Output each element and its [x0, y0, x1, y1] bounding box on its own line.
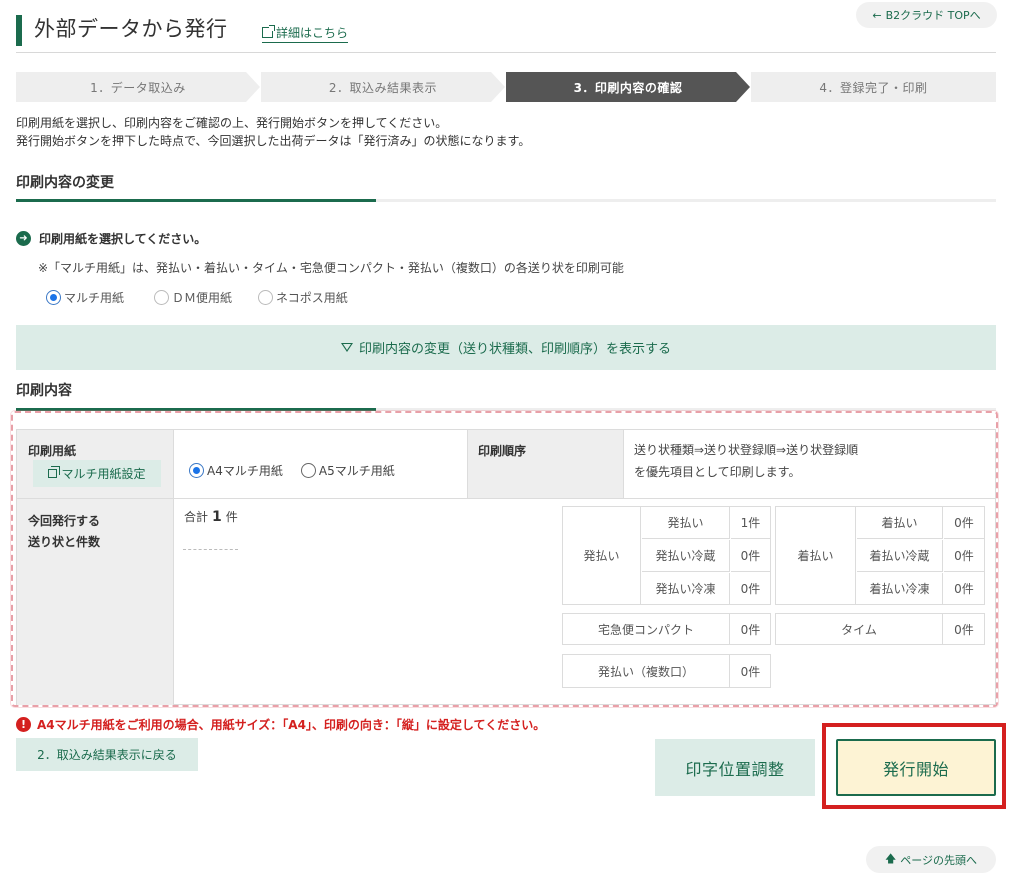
- total-count: 合計 1 件: [184, 509, 238, 525]
- prepaid-cold-label: 発払い冷蔵: [642, 540, 730, 572]
- triangle-down-icon: [340, 343, 353, 352]
- page-title: 外部データから発行: [34, 17, 228, 41]
- compact-count: 0件: [740, 622, 761, 637]
- multi-piece-count-grid: 発払い（複数口） 0件: [562, 654, 771, 688]
- count-header-line2: 送り状と件数: [28, 535, 101, 549]
- start-issue-button[interactable]: 発行開始: [836, 739, 996, 796]
- table-divider: [173, 430, 174, 705]
- radio-checked-icon: [46, 290, 61, 305]
- dashed-separator: [183, 549, 238, 550]
- arrow-right-circle-icon: ➜: [16, 231, 31, 246]
- page-top-button[interactable]: 🡅 ページの先頭へ: [866, 846, 996, 873]
- compact-count-grid: 宅急便コンパクト 0件: [562, 613, 771, 645]
- step-3-active: 3．印刷内容の確認: [506, 72, 750, 102]
- collect-cold-label: 着払い冷蔵: [857, 540, 943, 572]
- radio-a5-multi[interactable]: A5マルチ用紙: [300, 462, 395, 479]
- collect-count-grid: 着払い 着払い 0件 着払い冷蔵 0件 着払い冷凍 0件: [775, 506, 985, 605]
- title-accent-bar: [16, 15, 22, 46]
- order-header-label: 印刷順序: [478, 444, 527, 458]
- paper-header-label: 印刷用紙: [28, 444, 77, 458]
- collect-row-count: 0件: [944, 507, 984, 539]
- print-position-adjust-button[interactable]: 印字位置調整: [655, 739, 815, 796]
- table-divider: [467, 430, 468, 498]
- b2cloud-top-button[interactable]: ← B2クラウド TOPへ: [856, 2, 997, 28]
- back-to-import-result-button[interactable]: 2．取込み結果表示に戻る: [16, 738, 198, 771]
- collect-frozen-label: 着払い冷凍: [857, 573, 943, 604]
- paper-size-radios: A4マルチ用紙 A5マルチ用紙: [189, 462, 395, 479]
- prepaid-row-label: 発払い: [642, 507, 730, 539]
- prepaid-frozen-label: 発払い冷凍: [642, 573, 730, 604]
- section-underline-accent: [16, 199, 376, 202]
- paper-type-radios: マルチ用紙 ＤＭ便用紙 ネコポス用紙: [46, 289, 348, 306]
- collect-frozen-count: 0件: [954, 582, 974, 596]
- radio-unchecked-icon: [258, 290, 274, 305]
- section-title-content: 印刷内容: [16, 383, 72, 399]
- time-count-grid: タイム 0件: [775, 613, 985, 645]
- exclamation-icon: !: [16, 717, 31, 732]
- collect-cold-count: 0件: [944, 540, 984, 572]
- window-icon: [48, 466, 61, 478]
- radio-unchecked-icon: [154, 290, 170, 305]
- radio-dm-paper[interactable]: ＤＭ便用紙: [154, 289, 232, 306]
- count-header-line1: 今回発行する: [28, 514, 101, 528]
- time-count: 0件: [954, 622, 974, 637]
- prepaid-row-count: 1件: [731, 507, 770, 539]
- radio-nekopos-paper[interactable]: ネコポス用紙: [258, 289, 348, 306]
- step-2: 2．取込み結果表示: [261, 72, 505, 102]
- step-1: 1．データ取込み: [16, 72, 260, 102]
- prepaid-count-grid: 発払い 発払い 1件 発払い冷蔵 0件 発払い冷凍 0件: [562, 506, 771, 605]
- compact-label: 宅急便コンパクト: [563, 614, 730, 644]
- header-divider: [16, 52, 996, 53]
- page-top-label: ページの先頭へ: [900, 853, 978, 867]
- radio-multi-paper[interactable]: マルチ用紙: [46, 289, 124, 306]
- paper-size-warning: ! A4マルチ用紙をご利用の場合、用紙サイズ：「A4」、印刷の向き：「縦」に設定…: [16, 716, 545, 733]
- multi-piece-count: 0件: [740, 664, 761, 679]
- external-link-icon: [262, 25, 275, 38]
- radio-unchecked-icon: [300, 463, 316, 478]
- order-header-cell: 印刷順序: [467, 430, 623, 498]
- instruction-text: 印刷用紙を選択し、印刷内容をご確認の上、発行開始ボタンを押してください。 発行開…: [16, 116, 531, 148]
- detail-link-label: 詳細はこちら: [276, 26, 349, 40]
- print-order-text: 送り状種類⇒送り状登録順⇒送り状登録順 を優先項目として印刷します。: [634, 443, 859, 479]
- multi-paper-setting-button[interactable]: マルチ用紙設定: [33, 460, 161, 487]
- select-paper-instruction: ➜ 印刷用紙を選択してください。: [16, 230, 206, 247]
- multi-paper-note: ※「マルチ用紙」は、発払い・着払い・タイム・宅急便コンパクト・発払い（複数口）の…: [38, 261, 624, 275]
- prepaid-cold-count: 0件: [731, 540, 770, 572]
- arrow-left-icon: ←: [872, 8, 882, 22]
- table-divider: [17, 498, 995, 499]
- prepaid-group-label: 発払い: [563, 507, 641, 604]
- multi-piece-label: 発払い（複数口）: [563, 655, 730, 687]
- table-divider: [623, 430, 624, 498]
- progress-steps: 1．データ取込み 2．取込み結果表示 3．印刷内容の確認 4．登録完了・印刷: [16, 72, 996, 102]
- radio-checked-icon: [189, 463, 204, 478]
- collect-group-label: 着払い: [776, 507, 856, 604]
- expand-print-settings-button[interactable]: 印刷内容の変更（送り状種類、印刷順序）を表示する: [16, 325, 996, 370]
- section-title-change: 印刷内容の変更: [16, 175, 114, 191]
- step-4: 4．登録完了・印刷: [751, 72, 996, 102]
- count-header-cell: 今回発行する 送り状と件数: [17, 499, 173, 705]
- prepaid-frozen-count: 0件: [740, 582, 761, 596]
- collect-row-label: 着払い: [857, 507, 943, 539]
- radio-a4-multi[interactable]: A4マルチ用紙: [189, 462, 283, 479]
- detail-link[interactable]: 詳細はこちら: [262, 24, 349, 43]
- arrow-up-icon: 🡅: [884, 852, 897, 865]
- b2cloud-top-label: B2クラウド TOPへ: [885, 9, 981, 22]
- time-label: タイム: [776, 614, 943, 644]
